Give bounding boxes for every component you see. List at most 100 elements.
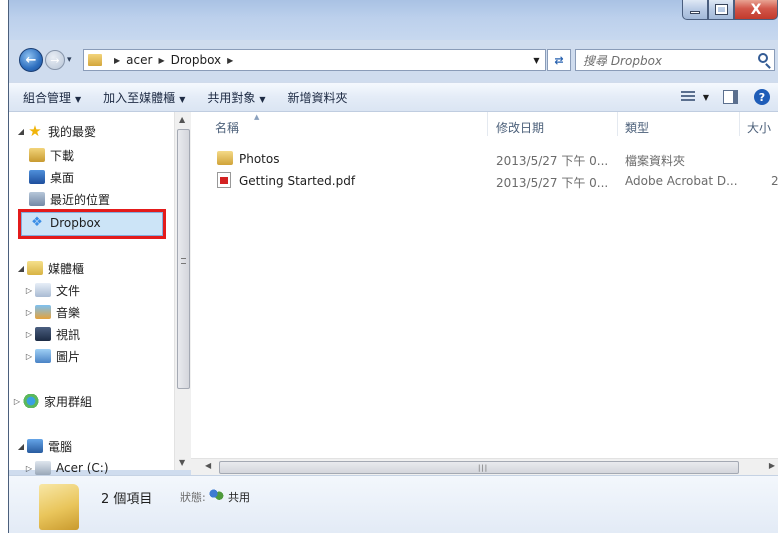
file-type: 檔案資料夾 <box>625 154 686 168</box>
column-header-type[interactable]: 類型 <box>625 119 649 136</box>
file-date: 2013/5/27 下午 0... <box>496 154 609 168</box>
column-divider[interactable] <box>617 112 618 136</box>
tree-item-dropbox[interactable]: ❖ Dropbox <box>29 213 100 233</box>
tree-item-videos[interactable]: ▷ 視訊 <box>23 324 80 344</box>
pdf-icon <box>217 172 231 188</box>
file-list: ▲ 名稱 修改日期 類型 大小 Photos 2013/5/27 下午 0...… <box>191 112 778 458</box>
collapsed-arrow-icon[interactable]: ▷ <box>23 464 35 473</box>
nav-vertical-scrollbar[interactable]: ▲ ▼ <box>174 112 191 470</box>
navigation-pane: ◢ ★ 我的最愛 下載 桌面 最近的位置 ❖ Dropbox ◢ 媒體櫃 ▷ 文… <box>9 112 176 475</box>
command-bar: 組合管理 ▼ 加入至媒體櫃 ▼ 共用對象 ▼ 新增資料夾 ▼ ? <box>9 82 778 112</box>
documents-icon <box>35 283 51 297</box>
search-icon[interactable] <box>758 53 768 63</box>
scroll-right-icon[interactable]: ▶ <box>769 461 775 470</box>
breadcrumb-dropbox[interactable]: Dropbox <box>171 53 222 67</box>
address-history-dropdown[interactable]: ▼ <box>528 49 546 71</box>
search-input[interactable]: 搜尋 Dropbox <box>575 49 775 71</box>
file-type: Adobe Acrobat D... <box>625 174 738 188</box>
recent-places-icon <box>29 192 45 206</box>
tree-label: 視訊 <box>56 327 81 342</box>
tree-label: 媒體櫃 <box>48 261 85 276</box>
content-horizontal-scrollbar[interactable]: ◀ ||| ▶ <box>191 458 778 475</box>
tree-item-pictures[interactable]: ▷ 圖片 <box>23 346 80 366</box>
organize-button[interactable]: 組合管理 ▼ <box>23 89 81 106</box>
tree-item-music[interactable]: ▷ 音樂 <box>23 302 80 322</box>
breadcrumb-acer[interactable]: acer <box>126 53 152 67</box>
scroll-down-icon[interactable]: ▼ <box>179 458 185 467</box>
tree-item-homegroup[interactable]: ▷ 家用群組 <box>11 391 92 411</box>
collapsed-arrow-icon[interactable]: ▷ <box>11 397 23 406</box>
scroll-up-icon[interactable]: ▲ <box>179 115 185 124</box>
refresh-icon: ⇄ <box>554 53 564 67</box>
shared-users-icon <box>208 488 224 502</box>
tree-label: 下載 <box>50 148 75 163</box>
star-icon: ★ <box>28 122 42 140</box>
status-label: 狀態: <box>180 491 206 504</box>
library-icon <box>27 261 43 275</box>
column-header-size[interactable]: 大小 <box>747 119 771 136</box>
preview-pane-icon[interactable] <box>723 90 738 104</box>
expand-arrow-icon[interactable]: ◢ <box>15 442 27 451</box>
grip-icon: ||| <box>478 464 489 472</box>
desktop-icon <box>29 170 45 184</box>
tree-item-documents[interactable]: ▷ 文件 <box>23 280 80 300</box>
recent-pages-dropdown[interactable]: ▾ <box>67 55 72 65</box>
tree-item-desktop[interactable]: 桌面 <box>29 167 74 187</box>
scroll-left-icon[interactable]: ◀ <box>205 461 211 470</box>
scroll-thumb[interactable] <box>177 129 190 389</box>
collapsed-arrow-icon[interactable]: ▷ <box>23 330 35 339</box>
tree-item-recent[interactable]: 最近的位置 <box>29 189 110 209</box>
new-folder-button[interactable]: 新增資料夾 <box>288 89 348 106</box>
collapsed-arrow-icon[interactable]: ▷ <box>23 352 35 361</box>
title-bar[interactable]: X <box>9 0 778 40</box>
refresh-button[interactable]: ⇄ <box>547 49 571 71</box>
chevron-down-icon[interactable]: ▼ <box>703 93 709 102</box>
tree-item-favorites[interactable]: ◢ ★ 我的最愛 <box>15 121 96 141</box>
tree-label: 文件 <box>56 283 81 298</box>
drive-icon <box>35 461 51 475</box>
tree-item-computer[interactable]: ◢ 電腦 <box>15 436 72 456</box>
expand-arrow-icon[interactable]: ◢ <box>15 127 27 136</box>
column-divider[interactable] <box>739 112 740 136</box>
back-button[interactable]: ← <box>19 48 43 72</box>
view-controls: ▼ ? <box>680 89 770 105</box>
tree-item-downloads[interactable]: 下載 <box>29 145 74 165</box>
grip-icon <box>181 258 186 264</box>
pictures-icon <box>35 349 51 363</box>
address-bar[interactable]: ▶ acer ▶ Dropbox ▶ <box>83 49 531 71</box>
tree-label: 音樂 <box>56 305 81 320</box>
downloads-folder-icon <box>29 148 45 162</box>
tree-label: 桌面 <box>50 170 75 185</box>
chevron-right-icon[interactable]: ▶ <box>158 56 164 65</box>
column-header-date[interactable]: 修改日期 <box>496 119 544 136</box>
add-to-library-button[interactable]: 加入至媒體櫃 ▼ <box>103 89 185 106</box>
help-icon[interactable]: ? <box>754 89 770 105</box>
chevron-right-icon[interactable]: ▶ <box>227 56 233 65</box>
folder-thumbnail-icon <box>39 484 79 530</box>
file-name: Getting Started.pdf <box>239 174 356 188</box>
forward-button[interactable]: → <box>45 50 65 70</box>
minimize-button[interactable] <box>682 0 708 20</box>
collapsed-arrow-icon[interactable]: ▷ <box>23 286 35 295</box>
collapsed-arrow-icon[interactable]: ▷ <box>23 308 35 317</box>
close-button[interactable]: X <box>734 0 778 20</box>
tree-item-libraries[interactable]: ◢ 媒體櫃 <box>15 258 84 278</box>
column-header-name[interactable]: 名稱 <box>215 119 239 136</box>
column-divider[interactable] <box>487 112 488 136</box>
share-with-button[interactable]: 共用對象 ▼ <box>207 89 265 106</box>
folder-icon <box>217 151 233 165</box>
file-date: 2013/5/27 下午 0... <box>496 176 609 190</box>
chevron-right-icon[interactable]: ▶ <box>114 56 120 65</box>
file-row-photos[interactable]: Photos 2013/5/27 下午 0... 檔案資料夾 <box>191 148 778 169</box>
chevron-down-icon: ▼ <box>75 94 82 104</box>
tree-label: 我的最愛 <box>48 124 97 139</box>
column-header-row: ▲ 名稱 修改日期 類型 大小 <box>191 112 778 138</box>
status-value: 共用 <box>228 491 250 504</box>
expand-arrow-icon[interactable]: ◢ <box>15 264 27 273</box>
file-row-getting-started[interactable]: Getting Started.pdf 2013/5/27 下午 0... Ad… <box>191 170 778 191</box>
close-icon: X <box>750 1 762 18</box>
details-pane: 2 個項目 狀態: 共用 <box>9 475 778 533</box>
view-options-icon[interactable] <box>680 91 695 103</box>
maximize-button[interactable] <box>708 0 734 20</box>
scroll-thumb[interactable]: ||| <box>219 461 739 474</box>
